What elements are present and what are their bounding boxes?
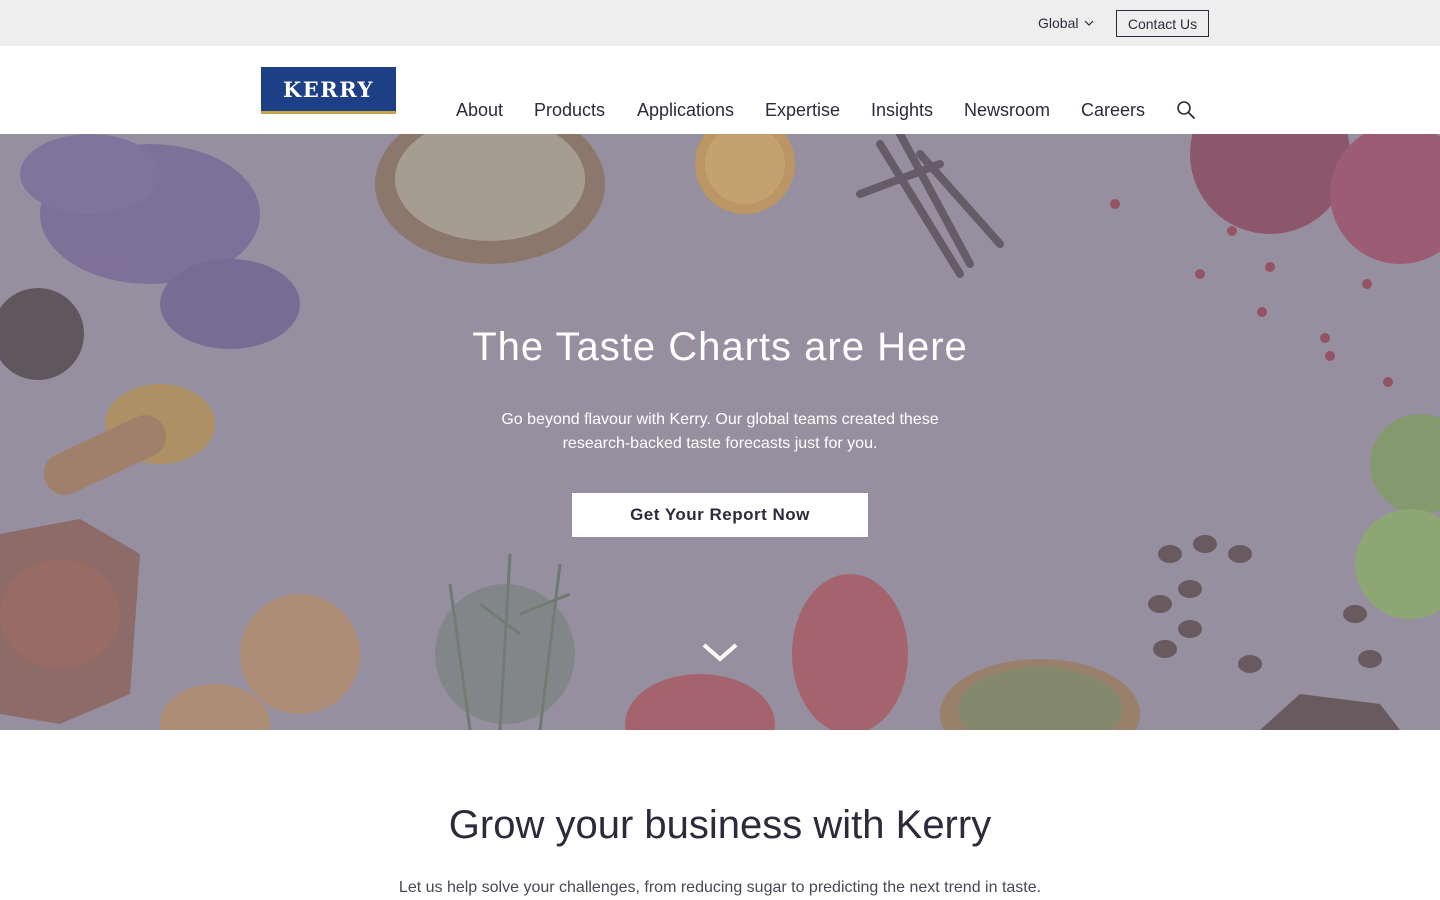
nav-item-about[interactable]: About	[456, 100, 503, 121]
chevron-down-icon	[1085, 20, 1094, 26]
main-header: KERRY About Products Applications Expert…	[0, 46, 1440, 134]
nav-item-expertise[interactable]: Expertise	[765, 100, 840, 121]
contact-us-button[interactable]: Contact Us	[1116, 10, 1209, 37]
section-description: Let us help solve your challenges, from …	[398, 879, 1042, 896]
nav-item-careers[interactable]: Careers	[1081, 100, 1145, 121]
hero-banner: The Taste Charts are Here Go beyond flav…	[0, 134, 1440, 730]
logo-text: KERRY	[282, 76, 374, 102]
nav-item-newsroom[interactable]: Newsroom	[964, 100, 1050, 121]
hero-subtitle: Go beyond flavour with Kerry. Our global…	[501, 411, 939, 452]
section-title: Grow your business with Kerry	[448, 803, 992, 847]
search-icon[interactable]	[1176, 100, 1196, 120]
hero-title: The Taste Charts are Here	[472, 325, 968, 369]
region-label: Global	[1038, 15, 1079, 31]
utility-bar: Global Contact Us	[0, 0, 1440, 46]
chevron-down-icon[interactable]	[700, 639, 740, 665]
nav-item-applications[interactable]: Applications	[637, 100, 734, 121]
nav-item-insights[interactable]: Insights	[871, 100, 933, 121]
get-report-button[interactable]: Get Your Report Now	[572, 493, 868, 537]
kerry-logo[interactable]: KERRY	[261, 67, 396, 114]
region-selector[interactable]: Global	[1038, 15, 1094, 31]
nav-item-products[interactable]: Products	[534, 100, 605, 121]
